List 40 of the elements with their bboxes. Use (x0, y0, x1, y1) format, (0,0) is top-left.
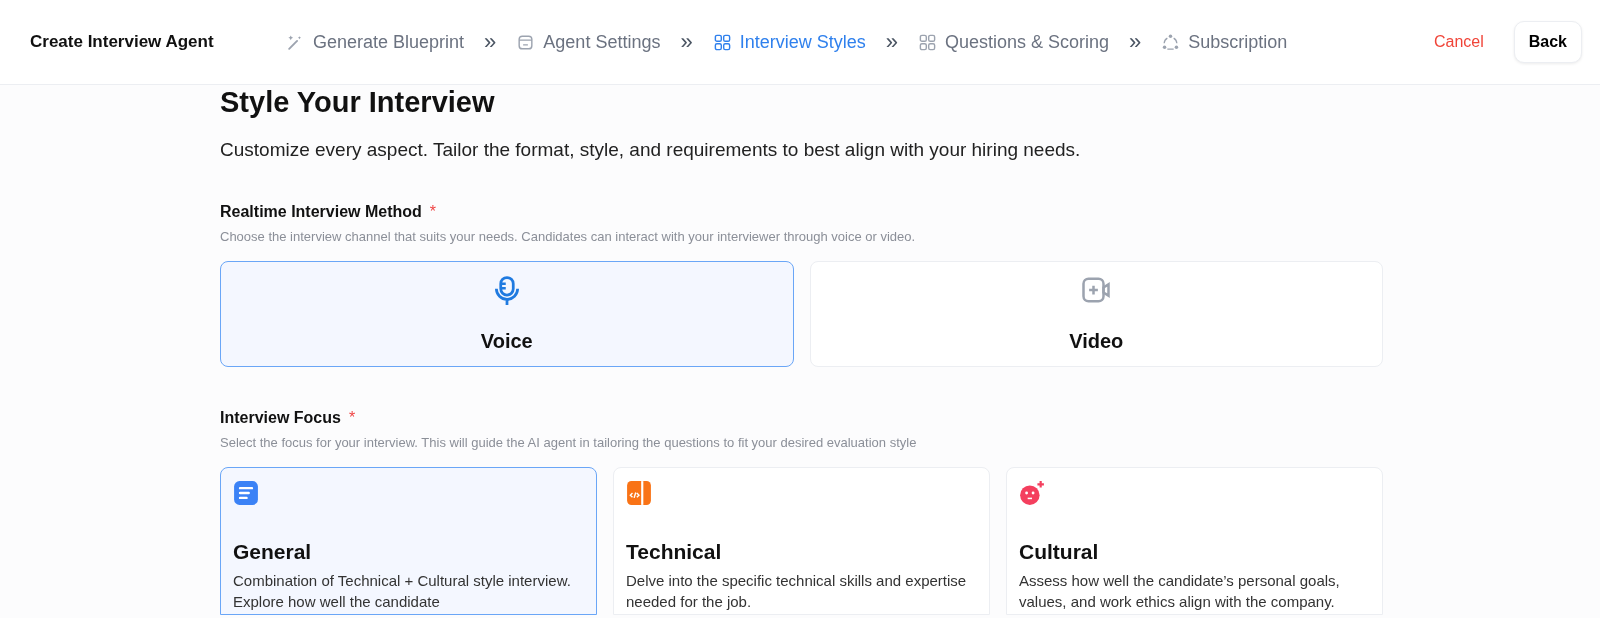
step-separator: » (1128, 29, 1143, 55)
step-tab[interactable]: Generate Blueprint (286, 31, 465, 53)
option-description: Delve into the specific technical skills and expertise needed for the job. (626, 571, 968, 612)
sad-face-icon (1019, 480, 1045, 506)
page-description: Customize every aspect. Tailor the format, style, and requirements to best align with your hiring needs. (220, 139, 1082, 161)
grid-icon (712, 32, 732, 52)
option-card[interactable]: Voice (220, 261, 794, 367)
box-icon (516, 32, 536, 52)
option-card[interactable]: Video (809, 261, 1383, 367)
step-separator: » (679, 29, 694, 55)
option-card[interactable]: Technical Delve into the specific technical skills and expertise needed for the job. (613, 467, 990, 615)
option-title: Technical (626, 540, 723, 564)
cycle-icon (1161, 32, 1181, 52)
option-description: Combination of Technical + Cultural style interview. Explore how well the candidate (233, 571, 572, 612)
step-tab[interactable]: Subscription (1161, 31, 1288, 53)
section-label: Realtime Interview Method (220, 203, 422, 221)
option-card[interactable]: General Combination of Technical + Cultural style interview. Explore how well the candidate (220, 467, 597, 615)
back-button[interactable]: Back (1513, 21, 1582, 63)
step-separator: » (884, 29, 899, 55)
required-mark: * (429, 203, 437, 221)
option-description: Assess how well the candidate’s personal goals, values, and work ethics align with the company. (1019, 571, 1341, 612)
cancel-button[interactable]: Cancel (1429, 27, 1488, 57)
step-tab[interactable]: Agent Settings (516, 31, 661, 53)
option-label: Video (1069, 330, 1124, 353)
option-label: Voice (480, 330, 533, 353)
option-title: Cultural (1019, 540, 1100, 564)
section-hint: Select the focus for your interview. This will guide the AI agent in tailoring the questions to fit your desired evaluation style (220, 435, 918, 450)
code-panel-icon (626, 480, 652, 506)
option-card[interactable]: Cultural Assess how well the candidate’s personal goals, values, and work ethics align with the company. (1006, 467, 1383, 615)
grid-icon (918, 32, 937, 52)
option-title: General (233, 540, 313, 564)
page-title: Create Interview Agent (30, 32, 215, 52)
step-tab[interactable]: Questions & Scoring (918, 31, 1110, 53)
step-separator: » (483, 29, 498, 55)
step-tab[interactable]: Interview Styles (712, 31, 866, 53)
page-heading: Style Your Interview (220, 85, 496, 117)
section-label: Interview Focus (220, 409, 341, 427)
document-icon (233, 480, 259, 506)
section-hint: Choose the interview channel that suits your needs. Candidates can interact with your interviewer through voice or video. (220, 229, 917, 244)
required-mark: * (348, 409, 356, 427)
